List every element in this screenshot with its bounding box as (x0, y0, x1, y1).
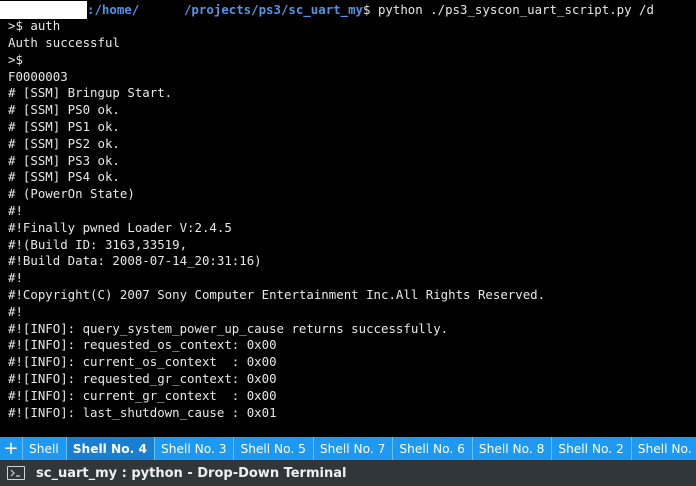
terminal-line: #! (8, 270, 23, 286)
prompt-command: python ./ps3_syscon_uart_script.py /d (370, 2, 654, 17)
terminal-line: #![INFO]: requested_gr_context: 0x00 (8, 371, 277, 386)
redacted-user-host (0, 1, 87, 19)
terminal-line: # [SSM] PS1 ok. (8, 119, 120, 134)
tab-shell-no-9[interactable]: Shell No. 9 (630, 437, 696, 460)
window-title-bar: sc_uart_my : python - Drop-Down Terminal (0, 460, 696, 486)
terminal-line: # [SSM] PS3 ok. (8, 152, 120, 168)
tab-bar: + Shell Shell No. 4 Shell No. 3 Shell No. 5… (0, 437, 696, 460)
terminal-line: #![INFO]: requested_os_context: 0x00 (8, 337, 277, 353)
terminal-line: #![INFO]: query_system_power_up_cause re… (8, 320, 449, 336)
terminal-line: #!Build Data: 2008-07-14_20:31:16) (8, 253, 262, 269)
tab-shell-no-3[interactable]: Shell No. 3 (153, 437, 234, 460)
terminal-line: Auth successful (8, 35, 120, 50)
tab-shell-no-7[interactable]: Shell No. 7 (312, 437, 393, 460)
terminal-line: # [SSM] PS2 ok. (8, 135, 120, 151)
terminal-line: #![INFO]: last_shutdown_cause : 0x01 (8, 404, 277, 420)
prompt-path: :/home/ /projects/ps3/sc_uart_my (87, 2, 364, 17)
terminal-line: >$ auth (8, 18, 61, 34)
terminal-line: #![INFO]: current_os_context : 0x00 (8, 354, 277, 370)
terminal-line: # [SSM] Bringup Start. (8, 85, 173, 101)
terminal-line: # (PowerOn State) (8, 186, 135, 202)
terminal-output[interactable]: :/home/ /projects/ps3/sc_uart_my$ python… (0, 0, 696, 437)
tab-shell-no-5[interactable]: Shell No. 5 (233, 437, 313, 460)
tab-shell-no-8[interactable]: Shell No. 8 (471, 437, 552, 460)
terminal-line: #! (8, 303, 23, 319)
terminal-line: #!Copyright(C) 2007 Sony Computer Entert… (8, 287, 546, 302)
terminal-line: >$ (8, 51, 23, 67)
terminal-icon (7, 466, 25, 480)
tab-shell[interactable]: Shell (22, 437, 66, 460)
terminal-line: #!Finally pwned Loader V:2.4.5 (8, 219, 232, 235)
terminal-line: F0000003 (8, 68, 68, 84)
tab-shell-no-4[interactable]: Shell No. 4 (65, 437, 154, 460)
add-tab-button[interactable]: + (0, 437, 22, 460)
terminal-line: #!(Build ID: 3163,33519, (8, 236, 188, 252)
terminal-line: #![INFO]: current_gr_context : 0x00 (8, 387, 277, 403)
terminal-line: # [SSM] PS4 ok. (8, 169, 120, 185)
tab-shell-no-2[interactable]: Shell No. 2 (551, 437, 631, 460)
terminal-line: # [SSM] PS0 ok. (8, 102, 120, 118)
window-title: sc_uart_my : python - Drop-Down Terminal (36, 465, 347, 481)
terminal-line: #! (8, 203, 23, 218)
tab-shell-no-6[interactable]: Shell No. 6 (392, 437, 472, 460)
prompt-line: :/home/ /projects/ps3/sc_uart_my$ python… (0, 1, 654, 19)
